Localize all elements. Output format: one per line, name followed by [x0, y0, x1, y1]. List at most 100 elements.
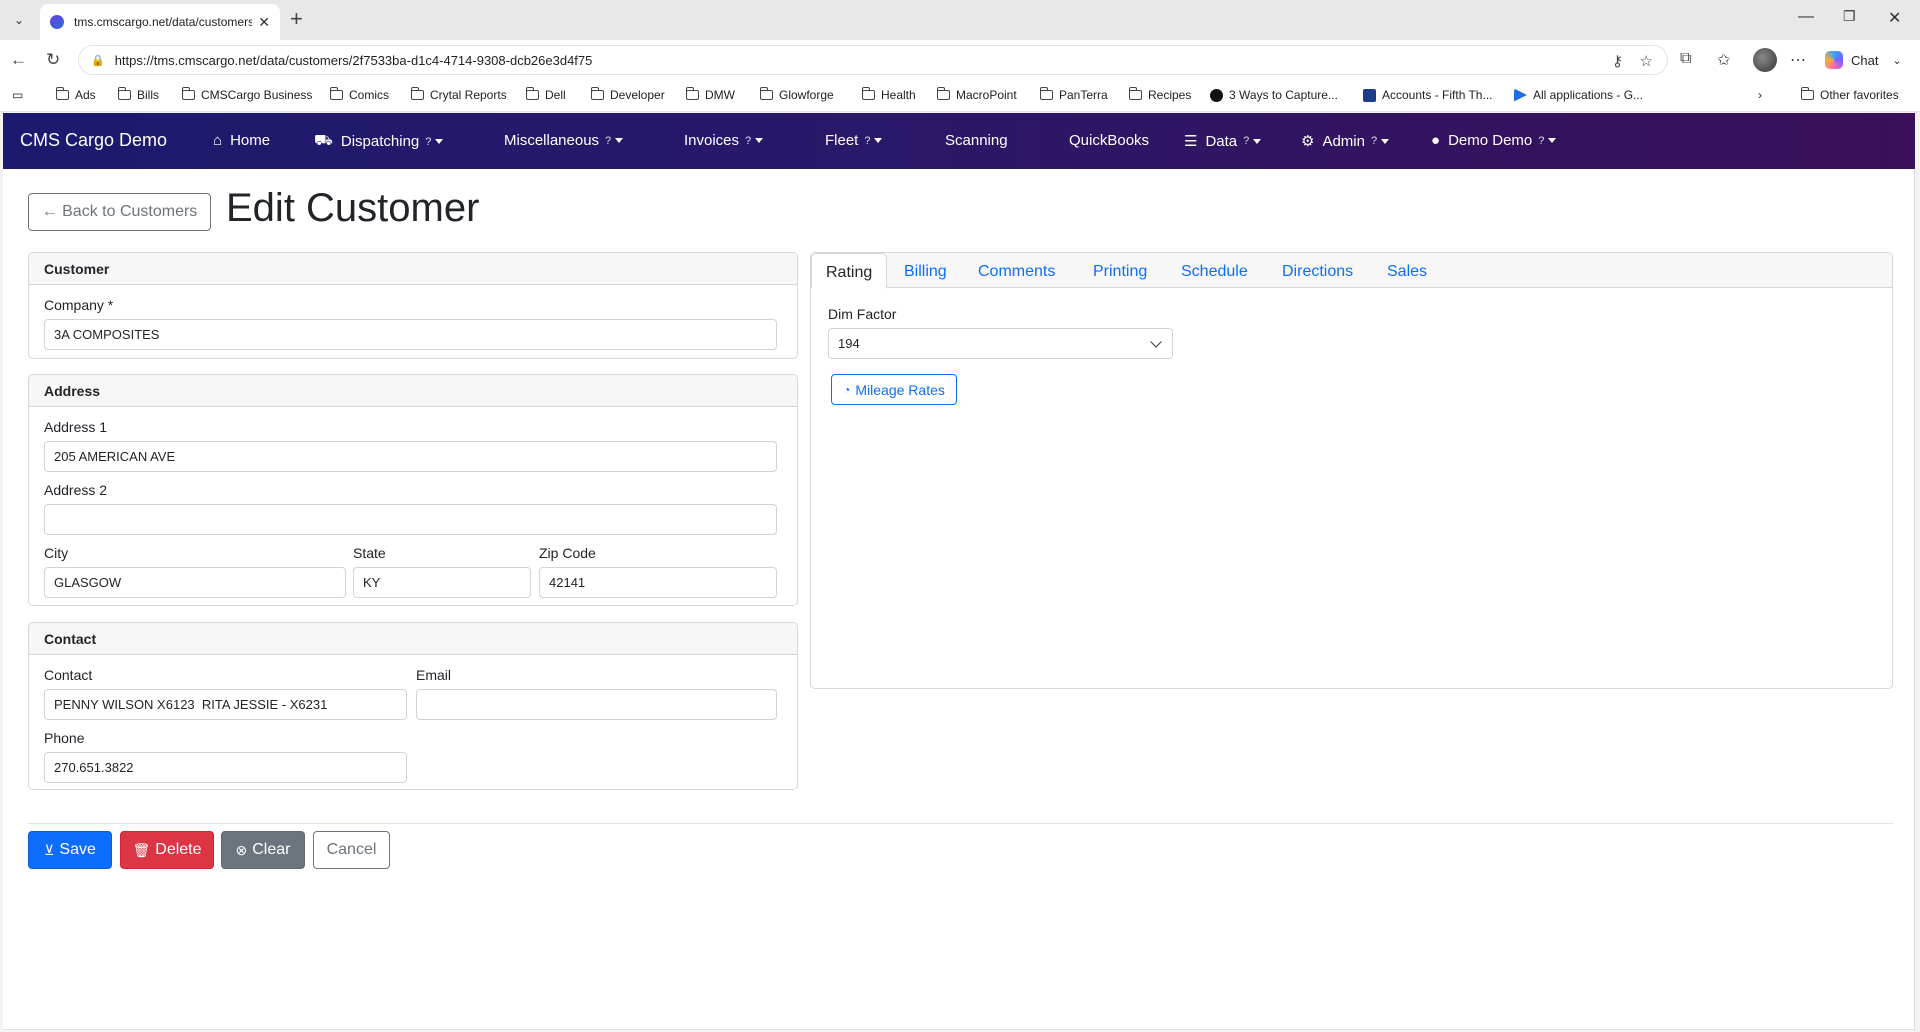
browser-tab-title: tms.cmscargo.net/data/customers/: [74, 15, 253, 29]
home-icon: ⌂: [213, 132, 223, 149]
tab-rating[interactable]: Rating: [811, 253, 888, 289]
browser-tab[interactable]: tms.cmscargo.net/data/customers/ ✕: [40, 4, 280, 40]
tab-sales[interactable]: Sales: [1387, 263, 1427, 281]
company-label: Company *: [44, 297, 114, 313]
nav-invoices[interactable]: Invoices?: [684, 132, 764, 149]
reload-icon[interactable]: ↻: [46, 50, 60, 70]
favorite-star-icon[interactable]: ☆: [1640, 52, 1653, 70]
customer-tabs-card: Rating Billing Comments Printing Schedul…: [810, 252, 1893, 689]
company-input[interactable]: 3A COMPOSITES: [44, 319, 777, 350]
bookmark-dell[interactable]: Dell: [526, 87, 566, 102]
address1-input[interactable]: 205 AMERICAN AVE: [44, 441, 777, 472]
caret-down-icon: [755, 138, 764, 143]
bookmark-ads[interactable]: Ads: [56, 87, 96, 102]
bookmark-developer[interactable]: Developer: [591, 87, 665, 102]
web-page: CMS Cargo Demo ⌂ Home ⛟ Dispatching? Misce…: [3, 113, 1915, 1030]
nav-quickbooks[interactable]: QuickBooks: [1069, 132, 1149, 149]
clear-button[interactable]: ⊗ Clear: [221, 831, 305, 869]
contact-label: Contact: [44, 667, 93, 683]
tab-printing[interactable]: Printing: [1093, 263, 1147, 281]
tab-schedule[interactable]: Schedule: [1181, 263, 1248, 281]
bookmark-glowforge[interactable]: Glowforge: [760, 87, 834, 102]
city-label: City: [44, 545, 69, 561]
app-navbar: CMS Cargo Demo ⌂ Home ⛟ Dispatching? Misce…: [3, 113, 1915, 169]
email-label: Email: [416, 667, 452, 683]
bookmark-macropoint[interactable]: MacroPoint: [937, 87, 1017, 102]
close-tab-icon[interactable]: ✕: [258, 14, 270, 31]
folder-icon: [862, 87, 875, 100]
back-to-customers-button[interactable]: ← Back to Customers: [28, 193, 211, 231]
bookmark-health[interactable]: Health: [862, 87, 916, 102]
extensions-icon[interactable]: ⧉: [1680, 50, 1691, 68]
nav-admin[interactable]: ⚙ Admin?: [1301, 132, 1390, 150]
contact-input[interactable]: PENNY WILSON X6123 RITA JESSIE - X6231: [44, 689, 407, 720]
caret-down-icon: [1381, 138, 1390, 144]
tab-directions[interactable]: Directions: [1282, 263, 1353, 281]
folder-icon: [591, 87, 604, 100]
back-arrow-icon[interactable]: ←: [10, 50, 27, 70]
folder-icon: [182, 87, 195, 100]
bookmark-bills[interactable]: Bills: [118, 87, 159, 102]
zip-input[interactable]: 42141: [539, 567, 777, 598]
tabs-bar: Rating Billing Comments Printing Schedul…: [811, 253, 1892, 289]
email-input[interactable]: [416, 689, 777, 720]
chat-button[interactable]: Chat ⌄: [1825, 46, 1905, 74]
phone-input[interactable]: 270.651.3822: [44, 752, 407, 783]
nav-data[interactable]: ☰ Data?: [1184, 132, 1262, 150]
save-icon: ⊻: [44, 841, 55, 858]
browser-toolbar: ← ↻ 🔒 https://tms.cmscargo.net/data/cust…: [0, 40, 1920, 80]
mileage-rates-button[interactable]: ◔ Mileage Rates: [831, 374, 957, 405]
minimize-icon[interactable]: —: [1798, 8, 1814, 26]
bookmark-crytal-reports[interactable]: Crytal Reports: [411, 87, 507, 102]
bookmark-3-ways[interactable]: 3 Ways to Capture...: [1210, 88, 1338, 102]
brand-name[interactable]: CMS Cargo Demo: [20, 130, 167, 151]
nav-user-menu[interactable]: ● Demo Demo?: [1431, 132, 1557, 149]
folder-icon: [1129, 87, 1142, 100]
reading-list-icon[interactable]: ▭: [12, 88, 23, 102]
state-label: State: [353, 545, 386, 561]
bookmarks-overflow-chevron-icon[interactable]: ›: [1758, 88, 1762, 102]
database-icon: ☰: [1184, 133, 1198, 150]
more-menu-icon[interactable]: ⋯: [1790, 50, 1806, 70]
address2-label: Address 2: [44, 482, 108, 498]
bookmark-dmw[interactable]: DMW: [686, 87, 735, 102]
new-tab-plus-icon[interactable]: +: [290, 8, 303, 30]
bookmark-all-applications[interactable]: All applications - G...: [1514, 88, 1643, 102]
tab-list-chevron-icon[interactable]: ⌄: [8, 9, 30, 31]
key-icon[interactable]: ⚷: [1612, 52, 1623, 70]
bookmark-other-favorites[interactable]: Other favorites: [1801, 87, 1899, 102]
address-bar[interactable]: 🔒 https://tms.cmscargo.net/data/customer…: [78, 45, 1668, 75]
nav-home[interactable]: ⌂ Home: [213, 132, 270, 149]
favorites-icon[interactable]: ✩: [1717, 50, 1730, 70]
speedometer-icon: ◔: [843, 382, 851, 397]
site-info-icon[interactable]: 🔒: [91, 54, 105, 67]
address-card: Address Address 1 205 AMERICAN AVE Addre…: [28, 374, 798, 606]
save-button[interactable]: ⊻ Save: [28, 831, 112, 869]
tab-billing[interactable]: Billing: [904, 263, 947, 281]
bookmark-panterra[interactable]: PanTerra: [1040, 87, 1108, 102]
nav-miscellaneous[interactable]: Miscellaneous?: [504, 132, 624, 149]
dim-factor-select[interactable]: 194: [828, 328, 1173, 359]
folder-icon: [760, 87, 773, 100]
state-input[interactable]: KY: [353, 567, 531, 598]
nav-dispatching[interactable]: ⛟ Dispatching?: [314, 132, 444, 151]
trash-icon: 🗑: [132, 841, 151, 858]
bank-icon: [1363, 88, 1376, 102]
cancel-button[interactable]: Cancel: [313, 831, 390, 869]
bookmark-cmscargo-business[interactable]: CMSCargo Business: [182, 87, 312, 102]
tab-comments[interactable]: Comments: [978, 263, 1055, 281]
nav-fleet[interactable]: Fleet?: [825, 132, 883, 149]
nav-scanning[interactable]: Scanning: [945, 132, 1008, 149]
window-close-icon[interactable]: ✕: [1888, 8, 1901, 28]
profile-avatar[interactable]: [1753, 48, 1777, 72]
restore-icon[interactable]: ❐: [1843, 8, 1856, 25]
bookmark-recipes[interactable]: Recipes: [1129, 87, 1191, 102]
phone-label: Phone: [44, 730, 85, 746]
address2-input[interactable]: [44, 504, 777, 535]
truck-icon: ⛟: [314, 132, 333, 149]
delete-button[interactable]: 🗑 Delete: [120, 831, 214, 869]
folder-icon: [330, 87, 343, 100]
bookmark-comics[interactable]: Comics: [330, 87, 389, 102]
city-input[interactable]: GLASGOW: [44, 567, 346, 598]
bookmark-accounts[interactable]: Accounts - Fifth Th...: [1363, 88, 1492, 102]
